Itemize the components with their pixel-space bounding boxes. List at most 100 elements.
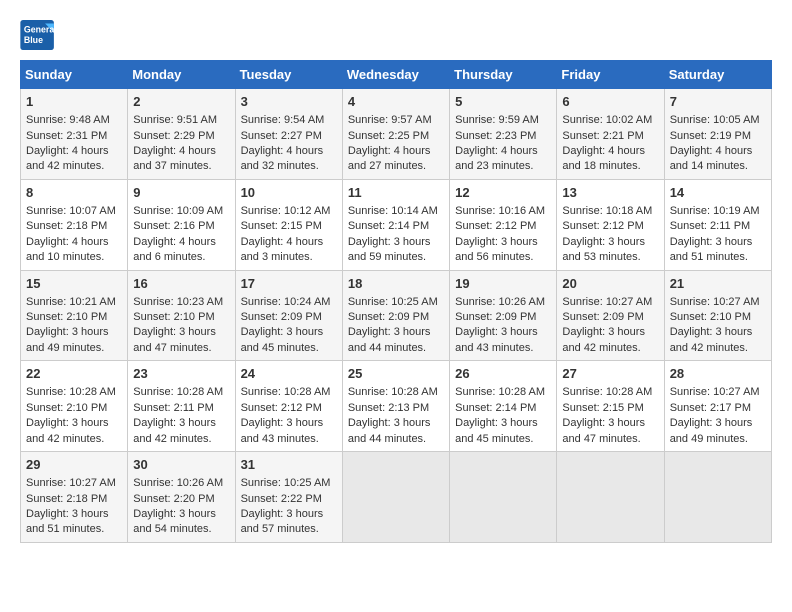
day-info: Sunset: 2:15 PM [241, 219, 337, 234]
day-info: Sunset: 2:20 PM [133, 492, 229, 507]
day-info: and 56 minutes. [455, 250, 551, 265]
day-info: Sunset: 2:10 PM [133, 310, 229, 325]
day-number: 20 [562, 275, 658, 293]
day-number: 29 [26, 456, 122, 474]
day-info: Sunset: 2:14 PM [455, 401, 551, 416]
day-info: Sunset: 2:21 PM [562, 129, 658, 144]
day-info: Daylight: 4 hours [562, 144, 658, 159]
day-info: Daylight: 4 hours [241, 235, 337, 250]
day-info: and 49 minutes. [670, 432, 766, 447]
day-info: Sunrise: 9:54 AM [241, 113, 337, 128]
day-info: and 42 minutes. [670, 341, 766, 356]
day-info: Sunrise: 10:21 AM [26, 295, 122, 310]
day-info: Daylight: 4 hours [455, 144, 551, 159]
day-info: and 54 minutes. [133, 522, 229, 537]
day-number: 7 [670, 93, 766, 111]
weekday-header-friday: Friday [557, 61, 664, 89]
calendar-cell: 14Sunrise: 10:19 AMSunset: 2:11 PMDaylig… [664, 179, 771, 270]
day-info: Sunrise: 10:16 AM [455, 204, 551, 219]
day-number: 30 [133, 456, 229, 474]
day-info: Sunrise: 10:28 AM [241, 385, 337, 400]
day-number: 22 [26, 365, 122, 383]
day-info: Sunset: 2:13 PM [348, 401, 444, 416]
day-info: and 43 minutes. [241, 432, 337, 447]
day-info: and 37 minutes. [133, 159, 229, 174]
day-info: Daylight: 3 hours [241, 325, 337, 340]
day-info: Sunset: 2:10 PM [26, 310, 122, 325]
day-info: Sunset: 2:12 PM [241, 401, 337, 416]
day-info: and 6 minutes. [133, 250, 229, 265]
calendar-cell: 3Sunrise: 9:54 AMSunset: 2:27 PMDaylight… [235, 89, 342, 180]
calendar-cell [664, 452, 771, 543]
calendar-cell: 27Sunrise: 10:28 AMSunset: 2:15 PMDaylig… [557, 361, 664, 452]
calendar-cell [342, 452, 449, 543]
day-info: Sunrise: 10:19 AM [670, 204, 766, 219]
day-info: Sunset: 2:09 PM [455, 310, 551, 325]
calendar-week-2: 8Sunrise: 10:07 AMSunset: 2:18 PMDayligh… [21, 179, 772, 270]
day-number: 4 [348, 93, 444, 111]
day-info: Sunrise: 10:28 AM [26, 385, 122, 400]
calendar-cell: 18Sunrise: 10:25 AMSunset: 2:09 PMDaylig… [342, 270, 449, 361]
day-info: Sunset: 2:18 PM [26, 492, 122, 507]
day-info: and 27 minutes. [348, 159, 444, 174]
day-number: 31 [241, 456, 337, 474]
calendar-cell: 25Sunrise: 10:28 AMSunset: 2:13 PMDaylig… [342, 361, 449, 452]
day-info: Daylight: 4 hours [241, 144, 337, 159]
day-info: Sunset: 2:18 PM [26, 219, 122, 234]
day-info: Sunset: 2:31 PM [26, 129, 122, 144]
day-info: Sunrise: 10:27 AM [26, 476, 122, 491]
day-info: Sunrise: 10:18 AM [562, 204, 658, 219]
day-number: 26 [455, 365, 551, 383]
calendar-cell: 4Sunrise: 9:57 AMSunset: 2:25 PMDaylight… [342, 89, 449, 180]
day-info: Sunrise: 10:28 AM [133, 385, 229, 400]
calendar-cell: 12Sunrise: 10:16 AMSunset: 2:12 PMDaylig… [450, 179, 557, 270]
calendar-table: SundayMondayTuesdayWednesdayThursdayFrid… [20, 60, 772, 543]
day-info: Sunrise: 10:25 AM [241, 476, 337, 491]
day-info: Daylight: 3 hours [133, 416, 229, 431]
day-info: and 51 minutes. [26, 522, 122, 537]
day-info: Daylight: 3 hours [562, 235, 658, 250]
weekday-header-thursday: Thursday [450, 61, 557, 89]
day-info: Sunrise: 10:09 AM [133, 204, 229, 219]
day-info: and 53 minutes. [562, 250, 658, 265]
day-info: Daylight: 3 hours [26, 507, 122, 522]
day-info: Sunrise: 10:26 AM [455, 295, 551, 310]
day-info: Sunset: 2:23 PM [455, 129, 551, 144]
day-number: 17 [241, 275, 337, 293]
day-info: and 49 minutes. [26, 341, 122, 356]
day-number: 28 [670, 365, 766, 383]
day-info: and 57 minutes. [241, 522, 337, 537]
day-info: Daylight: 3 hours [241, 507, 337, 522]
day-number: 12 [455, 184, 551, 202]
day-number: 8 [26, 184, 122, 202]
day-info: Sunset: 2:09 PM [348, 310, 444, 325]
day-info: Daylight: 4 hours [26, 235, 122, 250]
weekday-header-monday: Monday [128, 61, 235, 89]
calendar-cell: 29 Sunrise: 10:27 AMSunset: 2:18 PMDaylig… [21, 452, 128, 543]
day-number: 19 [455, 275, 551, 293]
day-info: Daylight: 3 hours [670, 325, 766, 340]
day-info: Daylight: 3 hours [455, 235, 551, 250]
day-info: Daylight: 3 hours [348, 325, 444, 340]
day-info: Sunrise: 10:28 AM [562, 385, 658, 400]
day-info: Sunrise: 10:26 AM [133, 476, 229, 491]
day-number: 9 [133, 184, 229, 202]
day-info: Sunset: 2:29 PM [133, 129, 229, 144]
day-info: Sunrise: 9:57 AM [348, 113, 444, 128]
day-info: and 43 minutes. [455, 341, 551, 356]
day-info: Sunset: 2:10 PM [670, 310, 766, 325]
calendar-cell: 6Sunrise: 10:02 AMSunset: 2:21 PMDayligh… [557, 89, 664, 180]
day-number: 27 [562, 365, 658, 383]
calendar-cell: 15Sunrise: 10:21 AMSunset: 2:10 PMDaylig… [21, 270, 128, 361]
day-info: Daylight: 3 hours [348, 416, 444, 431]
day-info: Sunrise: 10:14 AM [348, 204, 444, 219]
calendar-cell: 31Sunrise: 10:25 AMSunset: 2:22 PMDaylig… [235, 452, 342, 543]
calendar-cell [450, 452, 557, 543]
day-number: 24 [241, 365, 337, 383]
logo-icon: General Blue [20, 20, 56, 50]
day-info: and 23 minutes. [455, 159, 551, 174]
calendar-cell: 26Sunrise: 10:28 AMSunset: 2:14 PMDaylig… [450, 361, 557, 452]
calendar-cell: 22Sunrise: 10:28 AMSunset: 2:10 PMDaylig… [21, 361, 128, 452]
day-info: and 59 minutes. [348, 250, 444, 265]
calendar-cell: 11Sunrise: 10:14 AMSunset: 2:14 PMDaylig… [342, 179, 449, 270]
